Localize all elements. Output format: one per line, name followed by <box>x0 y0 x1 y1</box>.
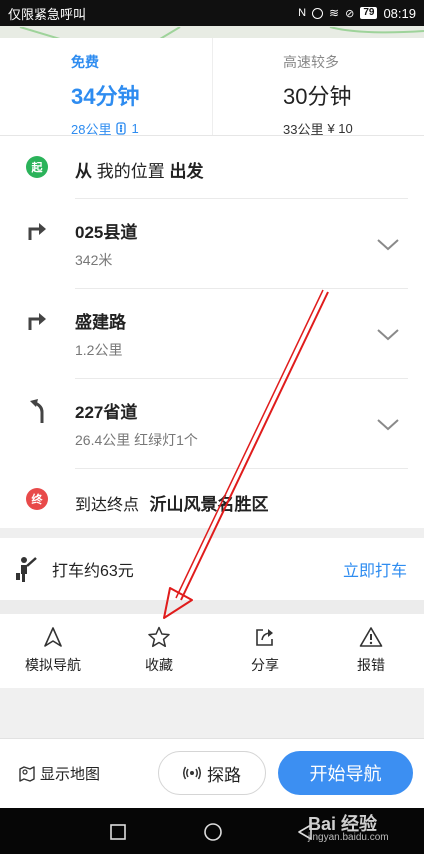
wifi-icon: ≋ <box>329 6 340 20</box>
chevron-down-icon[interactable] <box>376 418 400 432</box>
star-icon <box>148 626 170 648</box>
location-icon <box>312 7 324 19</box>
hail-taxi-link[interactable]: 立即打车 <box>343 557 407 581</box>
favorite-button[interactable]: 收藏 <box>106 614 212 688</box>
start-place: 我的位置 <box>96 162 165 181</box>
step-road: 025县道 <box>75 223 138 242</box>
action-label: 报错 <box>357 657 385 673</box>
baidu-jingyan-watermark: Bai 经验 jingyan.baidu.com <box>308 814 389 844</box>
bottom-bar: 显示地图 探路 开始导航 <box>0 738 424 808</box>
step-item[interactable]: 025县道 342米 <box>0 198 424 288</box>
watermark-url: jingyan.baidu.com <box>308 832 389 843</box>
step-end: 终 到达终点 沂山风景名胜区 <box>0 468 424 528</box>
step-item[interactable]: 227省道 26.4公里 红绿灯1个 <box>0 378 424 468</box>
map-icon <box>19 765 35 782</box>
start-navigation-button[interactable]: 开始导航 <box>278 751 413 795</box>
warning-icon <box>359 627 383 647</box>
chevron-down-icon[interactable] <box>376 238 400 252</box>
route-tag: 高速较多 <box>283 54 339 70</box>
blank-area <box>0 688 424 738</box>
explore-route-button[interactable]: 探路 <box>158 751 266 795</box>
explore-route-label: 探路 <box>207 765 241 785</box>
start-prefix: 从 <box>75 162 92 181</box>
home-icon[interactable] <box>204 823 222 841</box>
taxi-hail-icon <box>16 557 37 582</box>
step-start: 起 从 我的位置 出发 <box>0 136 424 198</box>
turn-right-icon <box>28 313 46 330</box>
end-badge: 终 <box>26 488 48 510</box>
map-preview[interactable] <box>0 26 424 38</box>
route-tag: 免费 <box>71 54 99 70</box>
step-detail: 1.2公里 <box>75 342 123 358</box>
toll-fee: ¥ 10 <box>327 121 353 136</box>
recent-apps-icon[interactable] <box>110 824 126 840</box>
show-map-label: 显示地图 <box>40 766 101 783</box>
route-steps: 起 从 我的位置 出发 025县道 342米 盛建路 1.2公里 227省道 2… <box>0 136 424 528</box>
section-gap <box>0 528 424 538</box>
end-text: 到达终点 沂山风景名胜区 <box>75 490 268 515</box>
show-map-button[interactable]: 显示地图 <box>18 763 100 784</box>
chevron-down-icon[interactable] <box>376 328 400 342</box>
step-detail: 342米 <box>75 252 113 268</box>
silent-icon: ⊘ <box>345 7 355 20</box>
action-label: 模拟导航 <box>25 657 81 673</box>
taxi-price: 打车约63元 <box>52 563 134 580</box>
route-option-free[interactable]: 免费 34分钟 28公里 1 <box>0 38 212 137</box>
clock: 08:19 <box>383 5 416 21</box>
end-prefix: 到达终点 <box>75 497 140 514</box>
watermark-brand: Bai 经验 <box>308 814 378 834</box>
step-detail: 26.4公里 红绿灯1个 <box>75 432 198 448</box>
action-bar: 模拟导航 收藏 分享 报错 <box>0 614 424 688</box>
traffic-light-icon <box>116 122 127 135</box>
section-gap <box>0 600 424 614</box>
battery-indicator: 79 <box>360 7 378 19</box>
map-roads-graphic <box>19 26 424 38</box>
navigation-arrow-icon <box>44 627 62 647</box>
start-text: 从 我的位置 出发 <box>75 157 203 182</box>
nfc-icon: N <box>298 7 307 19</box>
status-icons: N ≋ ⊘ 79 08:19 <box>298 6 416 21</box>
taxi-row: 打车约63元 立即打车 <box>0 538 424 600</box>
share-icon <box>256 629 273 646</box>
step-road: 227省道 <box>75 403 138 422</box>
traffic-light-count: 1 <box>131 121 139 136</box>
action-label: 收藏 <box>145 657 173 673</box>
route-option-highway[interactable]: 高速较多 30分钟 33公里 ¥ 10 <box>212 38 424 137</box>
route-duration: 34分钟 <box>71 84 140 109</box>
simulate-navigation-button[interactable]: 模拟导航 <box>0 614 106 688</box>
start-badge: 起 <box>26 156 48 178</box>
step-item[interactable]: 盛建路 1.2公里 <box>0 288 424 378</box>
status-bar: 仅限紧急呼叫 N ≋ ⊘ 79 08:19 <box>0 0 424 26</box>
route-duration: 30分钟 <box>283 84 352 109</box>
end-place: 沂山风景名胜区 <box>149 495 269 514</box>
start-suffix: 出发 <box>169 162 204 181</box>
radar-icon <box>183 766 201 780</box>
carrier-text: 仅限紧急呼叫 <box>8 6 87 22</box>
step-road: 盛建路 <box>75 313 126 332</box>
report-error-button[interactable]: 报错 <box>318 614 424 688</box>
turn-left-icon <box>30 399 44 423</box>
share-button[interactable]: 分享 <box>212 614 318 688</box>
route-options: 免费 34分钟 28公里 1 高速较多 30分钟 33公里 ¥ 10 <box>0 38 424 137</box>
turn-right-icon <box>28 223 46 240</box>
action-label: 分享 <box>251 657 279 673</box>
